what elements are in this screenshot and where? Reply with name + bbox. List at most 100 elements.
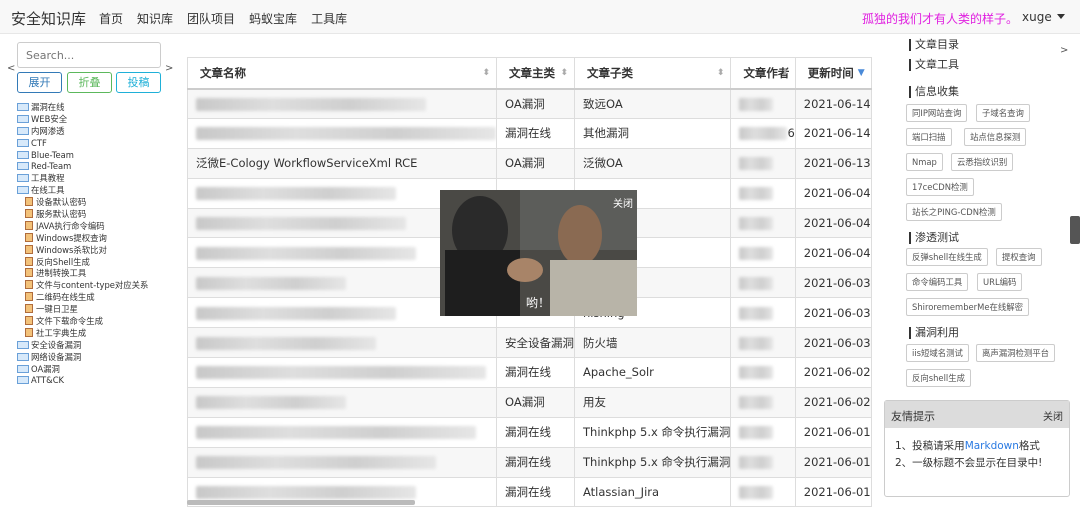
- tree-item-label: CTF: [31, 137, 47, 148]
- tree-item-folder[interactable]: CTF: [17, 138, 148, 150]
- nav-link-tools[interactable]: 工具库: [311, 10, 347, 27]
- cell-main-category-text: OA漏洞: [505, 156, 545, 171]
- table-row[interactable]: 漏洞在线 其他漏洞 6 2021-06-14: [187, 117, 872, 149]
- tool-tag[interactable]: 离声漏洞检测平台: [976, 344, 1055, 362]
- link-article-toc[interactable]: 文章目录: [909, 39, 959, 51]
- tool-tag[interactable]: 同IP网站查询: [906, 104, 968, 122]
- cell-article-name[interactable]: [187, 416, 497, 448]
- cell-article-name[interactable]: [187, 446, 497, 478]
- cell-updated-date-text: 2021-06-04: [803, 216, 871, 230]
- column-header-author[interactable]: 文章作者 ⬍: [730, 57, 796, 90]
- tree-item-folder[interactable]: Blue-Team: [17, 150, 148, 162]
- table-row[interactable]: OA漏洞 用友 2021-06-02: [187, 386, 872, 418]
- tree-item-folder[interactable]: 漏洞在线: [17, 102, 148, 114]
- tree-item-tool[interactable]: 一键日卫星: [17, 304, 148, 316]
- tree-item-tool[interactable]: JAVA执行命令编码: [17, 220, 148, 233]
- file-icon: [25, 268, 33, 278]
- search-input[interactable]: [17, 42, 161, 68]
- tree-item-folder[interactable]: 工具教程: [17, 173, 148, 185]
- redacted-text: [739, 306, 774, 320]
- cell-author: [730, 177, 796, 209]
- notice-line-1: 1、投稿请采用Markdown格式: [895, 438, 1059, 455]
- tool-tag[interactable]: 子域名查询: [976, 104, 1030, 122]
- tool-tag[interactable]: URL编码: [977, 273, 1023, 291]
- tool-tag[interactable]: 反向shell生成: [906, 369, 971, 387]
- tool-tag[interactable]: ShirorememberMe在线解密: [906, 298, 1030, 316]
- tree-item-tool[interactable]: 服务默认密码: [17, 209, 148, 221]
- collapse-left-icon[interactable]: <: [7, 63, 15, 74]
- tool-tag[interactable]: iis短域名测试: [906, 344, 969, 362]
- markdown-link[interactable]: Markdown: [965, 440, 1019, 452]
- tree-item-folder[interactable]: 网络设备漏洞: [17, 352, 148, 364]
- file-icon: [25, 327, 33, 337]
- redacted-text: [196, 187, 396, 201]
- page-scroll-handle[interactable]: [1070, 216, 1080, 244]
- tree-item-folder[interactable]: 内网渗透: [17, 126, 148, 138]
- site-brand[interactable]: 安全知识库: [11, 8, 86, 29]
- cell-author: [730, 88, 796, 119]
- tree-item-tool[interactable]: 文件下载命令生成: [17, 316, 148, 328]
- user-menu[interactable]: xuge: [1022, 10, 1065, 24]
- tree-item-folder[interactable]: ATT&CK: [17, 375, 148, 387]
- cell-updated-date-text: 2021-06-03: [803, 305, 871, 320]
- tool-tag[interactable]: 反弹shell在线生成: [906, 248, 988, 266]
- cell-article-name[interactable]: [187, 327, 497, 359]
- table-row[interactable]: 漏洞在线 Apache_Solr 2021-06-02: [187, 357, 872, 388]
- notice-close-button[interactable]: 关闭: [1043, 408, 1063, 423]
- submit-article-button[interactable]: 投稿: [116, 72, 161, 93]
- notice-line-2: 2、一级标题不会显示在目录中!: [895, 457, 1043, 469]
- table-row[interactable]: 安全设备漏洞 防火墙 2021-06-03: [187, 327, 872, 359]
- cell-author: [730, 297, 796, 329]
- tree-item-label: 二维码在线生成: [36, 292, 95, 303]
- tree-item-tool[interactable]: 文件与content-type对应关系: [17, 280, 148, 292]
- column-header-updated[interactable]: 更新时间 ▼: [794, 57, 872, 90]
- tree-item-tool[interactable]: 反向Shell生成: [17, 256, 148, 269]
- table-row[interactable]: 漏洞在线 Thinkphp 5.x 命令执行漏洞 2021-06-01: [187, 416, 872, 448]
- horizontal-scrollbar[interactable]: [187, 500, 415, 505]
- expand-right-icon[interactable]: >: [165, 63, 173, 74]
- tool-tag[interactable]: 站点信息探测: [964, 128, 1027, 146]
- tool-tag[interactable]: 端口扫描: [906, 128, 952, 146]
- nav-link-knowledge[interactable]: 知识库: [137, 10, 173, 27]
- tool-tag[interactable]: Nmap: [906, 153, 943, 171]
- tool-tag[interactable]: 17ceCDN检测: [906, 178, 974, 196]
- tree-item-folder[interactable]: 安全设备漏洞: [17, 340, 148, 352]
- tree-item-tool[interactable]: 社工字典生成: [17, 327, 148, 340]
- cell-article-name[interactable]: 泛微E-Cology WorkflowServiceXml RCE: [187, 147, 497, 179]
- cell-article-name[interactable]: [187, 357, 497, 388]
- tree-item-tool[interactable]: 进制转换工具: [17, 268, 148, 280]
- cell-article-name[interactable]: [187, 386, 497, 418]
- column-header-sub-category[interactable]: 文章子类 ⬍: [573, 57, 732, 90]
- tool-tag[interactable]: 站长之PING-CDN检测: [906, 203, 1002, 221]
- tree-item-label: Red-Team: [31, 161, 72, 172]
- file-icon: [25, 292, 33, 302]
- expand-button[interactable]: 展开: [17, 72, 62, 93]
- tree-item-folder[interactable]: 在线工具: [17, 185, 148, 197]
- table-row[interactable]: 泛微E-Cology WorkflowServiceXml RCE OA漏洞 泛微O…: [187, 147, 872, 179]
- tree-item-tool[interactable]: 设备默认密码: [17, 197, 148, 209]
- nav-link-home[interactable]: 首页: [99, 10, 123, 27]
- tree-item-label: WEB安全: [31, 113, 68, 124]
- tree-item-tool[interactable]: Windows杀软比对: [17, 244, 148, 257]
- collapse-right-icon[interactable]: >: [1060, 45, 1068, 56]
- table-row[interactable]: 漏洞在线 Thinkphp 5.x 命令执行漏洞 2021-06-01: [187, 446, 872, 478]
- sort-icon: ⬍: [716, 68, 725, 78]
- collapse-button[interactable]: 折叠: [67, 72, 112, 93]
- column-header-main-category[interactable]: 文章主类 ⬍: [496, 57, 575, 90]
- tree-item-tool[interactable]: 二维码在线生成: [17, 292, 148, 304]
- tool-tag[interactable]: 提权查询: [996, 248, 1042, 266]
- tree-item-folder[interactable]: Red-Team: [17, 161, 148, 173]
- link-article-tools[interactable]: 文章工具: [909, 59, 959, 71]
- cell-article-name[interactable]: [187, 88, 497, 119]
- nav-link-treasure[interactable]: 蚂蚁宝库: [249, 10, 297, 27]
- tool-tag[interactable]: 云悉指纹识别: [951, 153, 1014, 171]
- cell-article-name[interactable]: [187, 117, 497, 149]
- popup-close-button[interactable]: 关闭: [613, 195, 633, 210]
- tree-item-tool[interactable]: Windows提权查询: [17, 232, 148, 245]
- nav-link-team-projects[interactable]: 团队项目: [187, 10, 235, 27]
- tree-item-folder[interactable]: OA漏洞: [17, 364, 148, 376]
- tree-item-folder[interactable]: WEB安全: [17, 114, 148, 126]
- column-header-name[interactable]: 文章名称 ⬍: [187, 57, 497, 90]
- tool-tag[interactable]: 命令编码工具: [906, 273, 969, 291]
- table-row[interactable]: OA漏洞 致远OA 2021-06-14: [187, 88, 872, 119]
